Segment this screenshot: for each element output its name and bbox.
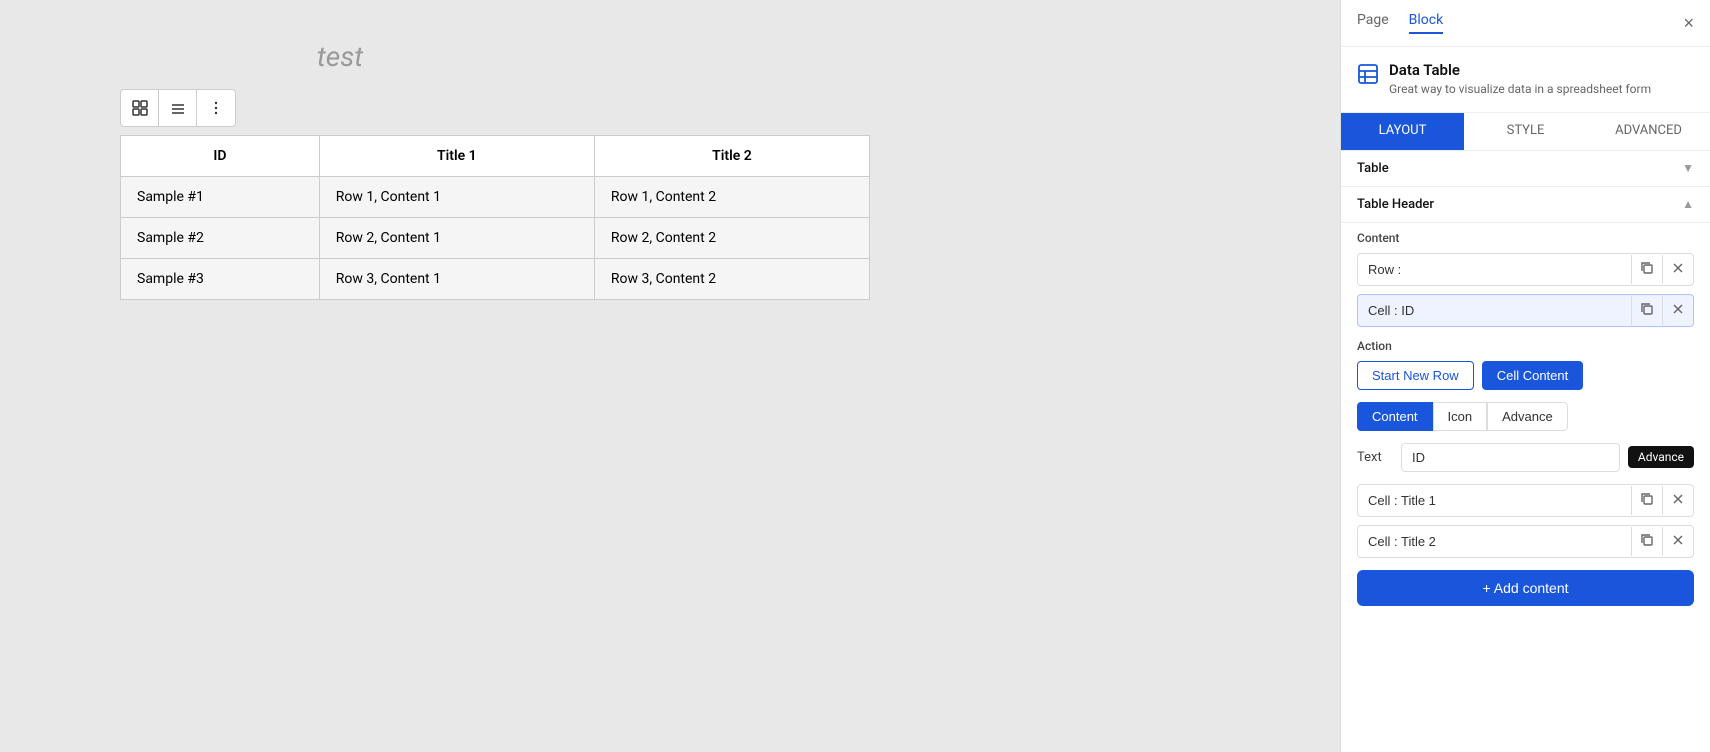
canvas-area: test ID: [0, 0, 1340, 752]
data-table-icon: [1357, 63, 1379, 90]
cell-id-item: [1357, 294, 1694, 327]
cell-2-0: Sample #3: [121, 259, 320, 300]
cell-id-actions: [1631, 296, 1693, 325]
table-section-label: Table: [1357, 161, 1389, 176]
table-row: Sample #3Row 3, Content 1Row 3, Content …: [121, 259, 870, 300]
cell-1-1: Row 2, Content 1: [319, 218, 594, 259]
cell-title2-input[interactable]: [1358, 526, 1631, 557]
content-tabs: Content Icon Advance: [1341, 398, 1710, 439]
cell-title1-delete-button[interactable]: [1662, 486, 1693, 515]
cell-2-1: Row 3, Content 1: [319, 259, 594, 300]
cell-2-2: Row 3, Content 2: [594, 259, 869, 300]
table-row: Sample #2Row 2, Content 1Row 2, Content …: [121, 218, 870, 259]
add-content-button[interactable]: + Add content: [1357, 570, 1694, 606]
cell-title1-input[interactable]: [1358, 485, 1631, 516]
cell-title2-copy-button[interactable]: [1631, 527, 1662, 556]
cell-0-2: Row 1, Content 2: [594, 177, 869, 218]
cell-title1-copy-button[interactable]: [1631, 486, 1662, 515]
cell-id-delete-button[interactable]: [1662, 296, 1693, 325]
right-panel: Page Block × Data Table Great way to vis…: [1340, 0, 1710, 752]
text-field-label: Text: [1357, 450, 1393, 465]
content-tab-icon[interactable]: Icon: [1433, 402, 1488, 431]
tab-block[interactable]: Block: [1409, 12, 1444, 34]
sub-tab-layout[interactable]: LAYOUT: [1341, 113, 1464, 150]
table-row: Sample #1Row 1, Content 1Row 1, Content …: [121, 177, 870, 218]
cell-title2-delete-button[interactable]: [1662, 527, 1693, 556]
chevron-down-icon: ▼: [1682, 161, 1694, 175]
table-header-section[interactable]: Table Header ▲: [1341, 187, 1710, 223]
close-button[interactable]: ×: [1683, 14, 1694, 32]
chevron-up-icon: ▲: [1682, 197, 1694, 211]
content-label: Content: [1341, 223, 1710, 249]
page-title: test: [140, 40, 540, 73]
table-body: Sample #1Row 1, Content 1Row 1, Content …: [121, 177, 870, 300]
content-tab-advance[interactable]: Advance: [1487, 402, 1568, 431]
row-actions: [1631, 255, 1693, 284]
tab-page[interactable]: Page: [1357, 12, 1389, 34]
header-title2: Title 2: [594, 136, 869, 177]
sub-tab-style[interactable]: STYLE: [1464, 113, 1587, 150]
cell-id-copy-button[interactable]: [1631, 296, 1662, 325]
text-row: Text Advance: [1341, 439, 1710, 480]
table-header-section-label: Table Header: [1357, 197, 1434, 212]
advance-tooltip: Advance: [1628, 446, 1694, 468]
row-delete-button[interactable]: [1662, 255, 1693, 284]
sub-tab-advanced[interactable]: ADVANCED: [1587, 113, 1710, 150]
block-desc: Great way to visualize data in a spreads…: [1389, 81, 1651, 98]
cell-1-0: Sample #2: [121, 218, 320, 259]
cell-title2-item: [1357, 525, 1694, 558]
text-field-input[interactable]: [1401, 443, 1620, 472]
cell-0-1: Row 1, Content 1: [319, 177, 594, 218]
grid-view-button[interactable]: [121, 90, 159, 126]
header-title1: Title 1: [319, 136, 594, 177]
header-id: ID: [121, 136, 320, 177]
action-buttons: Start New Row Cell Content: [1341, 357, 1710, 398]
cell-id-input[interactable]: [1358, 295, 1631, 326]
block-info: Data Table Great way to visualize data i…: [1341, 47, 1710, 113]
cell-title1-actions: [1631, 486, 1693, 515]
cell-title1-item: [1357, 484, 1694, 517]
cell-content-button[interactable]: Cell Content: [1482, 361, 1584, 390]
table-header-row: ID Title 1 Title 2: [121, 136, 870, 177]
more-options-button[interactable]: [197, 90, 235, 126]
toolbar: [120, 89, 236, 127]
content-tab-content[interactable]: Content: [1357, 402, 1433, 431]
sub-tabs: LAYOUT STYLE ADVANCED: [1341, 113, 1710, 151]
data-table: ID Title 1 Title 2 Sample #1Row 1, Conte…: [120, 135, 870, 300]
cell-title2-actions: [1631, 527, 1693, 556]
row-copy-button[interactable]: [1631, 255, 1662, 284]
row-input[interactable]: [1358, 254, 1631, 285]
start-new-row-button[interactable]: Start New Row: [1357, 361, 1474, 390]
panel-tabs: Page Block: [1357, 12, 1443, 34]
list-view-button[interactable]: [159, 90, 197, 126]
cell-0-0: Sample #1: [121, 177, 320, 218]
panel-header: Page Block ×: [1341, 0, 1710, 47]
action-label: Action: [1341, 331, 1710, 357]
row-item: [1357, 253, 1694, 286]
cell-1-2: Row 2, Content 2: [594, 218, 869, 259]
block-title: Data Table: [1389, 61, 1651, 79]
table-section[interactable]: Table ▼: [1341, 151, 1710, 187]
